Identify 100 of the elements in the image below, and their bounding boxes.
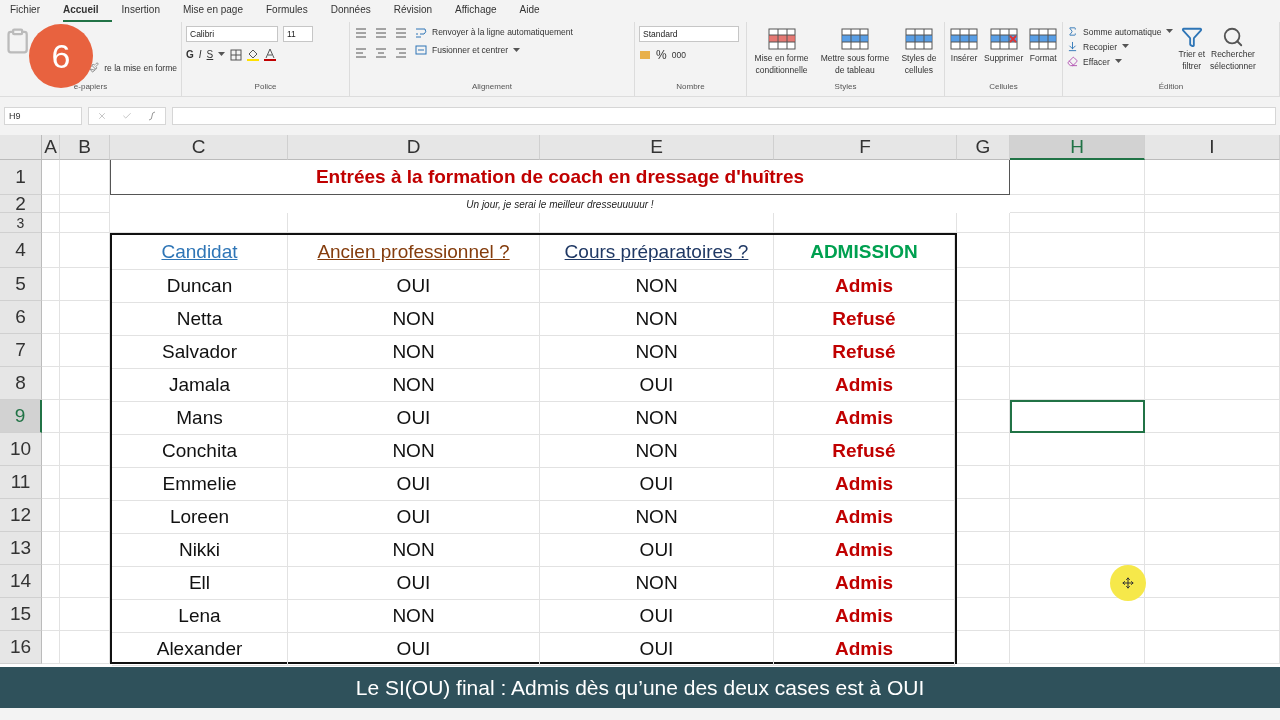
row-header[interactable]: 7 [0,334,42,367]
ribbon-tab[interactable]: Mise en page [182,4,256,22]
cells-button[interactable]: Insérer [950,52,978,64]
grid-cell[interactable] [1145,499,1280,532]
row-header[interactable]: 16 [0,631,42,664]
ribbon-tab[interactable]: Affichage [455,4,510,22]
editing-button[interactable]: Effacer [1083,56,1110,67]
format-painter-icon[interactable] [88,62,100,73]
grid-cell[interactable] [42,367,60,400]
grid-cell[interactable] [1010,532,1145,565]
grid-cell[interactable] [1145,433,1280,466]
grid-cell[interactable] [1145,268,1280,301]
find-select-button[interactable]: Rechercher sélectionner [1210,48,1256,72]
selected-cell[interactable] [1010,400,1145,433]
search-icon[interactable] [1221,26,1244,48]
grid-cell[interactable] [1145,301,1280,334]
ribbon-tab[interactable]: Aide [519,4,553,22]
sort-filter-button[interactable]: Trier et filtrer [1178,48,1206,72]
column-header[interactable]: D [288,135,540,160]
row-header[interactable]: 12 [0,499,42,532]
grid-cell[interactable] [42,466,60,499]
row-header[interactable]: 8 [0,367,42,400]
styles-button[interactable]: Mise en forme conditionnelle [754,52,809,76]
ribbon-tab[interactable]: Fichier [10,4,53,22]
grid-cell[interactable] [42,195,60,213]
grid-cell[interactable] [42,233,60,268]
wrap-text-icon[interactable] [415,26,427,38]
font-color-icon[interactable] [264,48,277,61]
wrap-text-button[interactable]: Renvoyer à la ligne automatiquement [432,27,573,37]
grid-cell[interactable] [1010,213,1145,233]
grid-cell[interactable] [42,532,60,565]
ribbon-tab[interactable]: Insertion [121,4,173,22]
grid-cell[interactable] [42,631,60,664]
grid-cell[interactable] [1145,195,1280,213]
thousands-button[interactable]: 000 [671,50,686,60]
row-header[interactable]: 11 [0,466,42,499]
grid-cell[interactable] [42,334,60,367]
grid-cell[interactable] [42,301,60,334]
underline-button[interactable]: S [206,49,214,60]
column-header[interactable]: E [540,135,774,160]
grid-cell[interactable] [42,598,60,631]
font-size-field[interactable]: 11 [283,26,313,42]
grid-cell[interactable] [1010,233,1145,268]
percent-button[interactable]: % [656,48,667,62]
grid-cell[interactable] [42,160,60,195]
column-header[interactable]: H [1010,135,1145,160]
grid-cell[interactable] [1145,160,1280,195]
grid-cell[interactable] [1010,598,1145,631]
column-header[interactable]: B [60,135,110,160]
merge-icon[interactable] [415,44,427,56]
grid-cell[interactable] [1145,334,1280,367]
eraser-icon[interactable] [1067,56,1078,67]
grid-cell[interactable] [1145,565,1280,598]
grid-cell[interactable] [42,499,60,532]
grid-cell[interactable] [42,433,60,466]
editing-button[interactable]: Somme automatique [1083,26,1162,37]
column-header[interactable]: F [774,135,957,160]
grid-cell[interactable] [1010,499,1145,532]
sigma-icon[interactable] [1067,26,1078,37]
row-header[interactable]: 9 [0,400,42,433]
grid-cell[interactable] [1010,268,1145,301]
fill-down-icon[interactable] [1067,41,1078,52]
merge-center-button[interactable]: Fusionner et centrer [432,45,509,55]
row-header[interactable]: 5 [0,268,42,301]
font-name-field[interactable]: Calibri [186,26,278,42]
grid-cell[interactable] [42,213,60,233]
fill-color-icon[interactable] [247,48,260,61]
styles-button[interactable]: Styles de cellules [901,52,937,76]
grid-cell[interactable] [1145,532,1280,565]
format-painter-label[interactable]: re la mise en forme [104,62,177,73]
bold-button[interactable]: G [186,49,194,60]
grid-cell[interactable] [1010,334,1145,367]
grid-cell[interactable] [1145,598,1280,631]
grid-cell[interactable] [42,565,60,598]
ribbon-tab[interactable]: Formules [266,4,321,22]
select-all-corner[interactable] [0,135,42,160]
grid-cell[interactable] [1145,213,1280,233]
column-header[interactable]: I [1145,135,1280,160]
borders-icon[interactable] [230,48,243,61]
grid-cell[interactable] [42,400,60,433]
formula-field[interactable] [172,107,1276,125]
grid-cell[interactable] [1010,466,1145,499]
sort-filter-icon[interactable] [1180,26,1203,48]
row-header[interactable]: 14 [0,565,42,598]
row-header[interactable]: 4 [0,233,42,268]
column-header[interactable]: C [110,135,288,160]
ribbon-tab[interactable]: Révision [393,4,446,22]
name-box[interactable]: H9 [4,107,82,125]
row-header[interactable]: 10 [0,433,42,466]
grid-cell[interactable] [1145,631,1280,664]
row-header[interactable]: 6 [0,301,42,334]
ribbon-tab[interactable]: Données [330,4,384,22]
row-header[interactable]: 3 [0,213,42,233]
row-header[interactable]: 13 [0,532,42,565]
cells-button[interactable]: Format [1029,52,1057,64]
editing-button[interactable]: Recopier [1083,41,1118,52]
grid-cell[interactable] [42,268,60,301]
column-header[interactable]: A [42,135,60,160]
grid-cell[interactable] [1145,233,1280,268]
grid-cell[interactable] [1010,631,1145,664]
